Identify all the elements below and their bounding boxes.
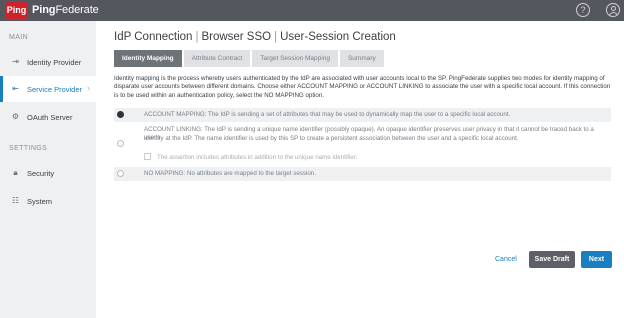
- breadcrumb-browser-sso: Browser SSO: [201, 31, 272, 43]
- sidebar-item-identity-provider[interactable]: ⇥ Identity Provider: [0, 49, 96, 75]
- sidebar-item-label: Identity Provider: [27, 58, 82, 67]
- oauth-icon: ⚙: [11, 112, 20, 121]
- tab-target-session-mapping[interactable]: Target Session Mapping: [252, 50, 338, 67]
- user-icon[interactable]: [606, 3, 620, 17]
- sidebar-section-settings: SETTINGS: [9, 145, 48, 152]
- sidebar-section-main: MAIN: [9, 34, 29, 41]
- option-no-mapping[interactable]: NO MAPPING: No attributes are mapped to …: [114, 167, 611, 181]
- page-title: IdP Connection | Browser SSO | User-Session …: [114, 31, 396, 43]
- account-linking-label-line2: identity at the IdP. The name identifier…: [144, 135, 519, 142]
- account-mapping-radio[interactable]: [117, 111, 124, 118]
- chevron-right-icon: ›: [87, 83, 90, 93]
- option-account-mapping[interactable]: ACCOUNT MAPPING: The IdP is sending a se…: [114, 108, 611, 122]
- sidebar-item-system[interactable]: ☷ System: [0, 188, 96, 214]
- idp-icon: ⇥: [12, 57, 19, 66]
- account-linking-radio[interactable]: [117, 140, 124, 147]
- save-draft-button[interactable]: Save Draft: [529, 251, 575, 268]
- account-mapping-label: ACCOUNT MAPPING: The IdP is sending a se…: [144, 111, 511, 118]
- sidebar-item-label: Security: [27, 169, 55, 178]
- breadcrumb-idp-connection: IdP Connection: [114, 31, 193, 43]
- identity-mapping-description: Identity mapping is the process whereby …: [114, 75, 611, 99]
- help-icon[interactable]: ?: [576, 3, 590, 17]
- sidebar-item-label: System: [27, 197, 53, 206]
- wizard-tabs: Identity Mapping Attribute Contract Targ…: [114, 50, 386, 67]
- sidebar-item-oauth-server[interactable]: ⚙ OAuth Server: [0, 104, 96, 130]
- option-account-linking[interactable]: ACCOUNT LINKING: The IdP is sending a un…: [114, 125, 611, 165]
- no-mapping-radio[interactable]: [117, 170, 124, 177]
- breadcrumb-user-session-creation: User-Session Creation: [280, 31, 396, 43]
- sidebar-item-service-provider[interactable]: ⇤ Service Provider ›: [0, 76, 96, 102]
- tab-summary[interactable]: Summary: [339, 50, 384, 67]
- product-name: PingFederate: [32, 4, 99, 16]
- assertion-attributes-label: The assertion includes attributes in add…: [157, 154, 358, 161]
- sidebar-item-label: OAuth Server: [27, 113, 73, 122]
- lock-icon: 🔒︎: [13, 168, 18, 177]
- no-mapping-label: NO MAPPING: No attributes are mapped to …: [144, 170, 316, 177]
- tab-identity-mapping[interactable]: Identity Mapping: [114, 50, 182, 67]
- ping-logo[interactable]: Ping: [6, 2, 27, 19]
- assertion-attributes-checkbox[interactable]: [144, 153, 151, 160]
- sp-icon: ⇤: [12, 84, 19, 93]
- sidebar-item-label: Service Provider: [27, 85, 83, 94]
- top-bar: Ping PingFederate ?: [0, 0, 624, 21]
- sidebar: MAIN ⇥ Identity Provider ⇤ Service Provi…: [0, 21, 96, 318]
- sidebar-item-security[interactable]: 🔒︎ Security: [0, 160, 96, 186]
- sliders-icon: ☷: [11, 196, 20, 205]
- next-button[interactable]: Next: [581, 251, 612, 268]
- tab-attribute-contract[interactable]: Attribute Contract: [183, 50, 251, 67]
- cancel-button[interactable]: Cancel: [495, 256, 517, 263]
